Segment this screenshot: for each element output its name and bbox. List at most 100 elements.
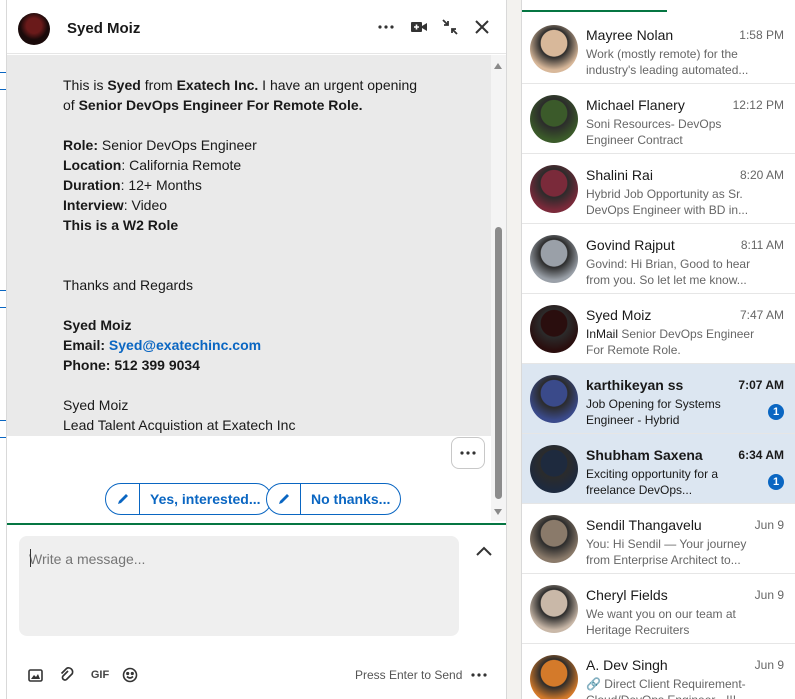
- message-line: Phone: 512 399 9034: [63, 355, 483, 375]
- scroll-down-arrow[interactable]: [494, 509, 502, 515]
- message-line: Role: Senior DevOps Engineer: [63, 135, 483, 155]
- message-line: Email: Syed@exatechinc.com: [63, 335, 483, 355]
- email-link[interactable]: Syed@exatechinc.com: [109, 337, 261, 353]
- message-text-run: Syed Moiz: [63, 397, 129, 413]
- conversation-item[interactable]: karthikeyan ss 7:07 AM Job Opening for Sys…: [522, 364, 795, 434]
- scrollbar[interactable]: [491, 55, 506, 521]
- conversation-preview: Hybrid Job Opportunity as Sr. DevOps Eng…: [586, 186, 756, 218]
- conversation-item[interactable]: Mayree Nolan 1:58 PM Work (mostly remote) …: [522, 14, 795, 84]
- message-line: Interview: Video: [63, 195, 483, 215]
- preview-text: Hybrid Job Opportunity as Sr. DevOps Eng…: [586, 187, 749, 217]
- conversation-item[interactable]: Shubham Saxena 6:34 AM Exciting opportunit…: [522, 434, 795, 504]
- emoji-icon[interactable]: [121, 665, 139, 685]
- message-line: Location: California Remote: [63, 155, 483, 175]
- pencil-icon: [267, 484, 301, 514]
- chat-window: Syed Moiz This is Syed from Exatech Inc.…: [6, 0, 507, 699]
- conversation-name: Shalini Rai: [586, 167, 653, 183]
- message-text-run: Location: [63, 157, 122, 173]
- inmail-tag: InMail: [586, 327, 622, 341]
- scroll-thumb[interactable]: [495, 227, 502, 499]
- conversation-name: Sendil Thangavelu: [586, 517, 702, 533]
- composer-divider: [7, 523, 506, 525]
- message-text-run: Senior DevOps Engineer: [98, 137, 257, 153]
- conversation-item[interactable]: Govind Rajput 8:11 AM Govind: Hi Brian, Go…: [522, 224, 795, 294]
- conversation-name: Mayree Nolan: [586, 27, 674, 43]
- expand-composer-chevron-icon[interactable]: [473, 540, 495, 562]
- conversation-item[interactable]: Sendil Thangavelu Jun 9 You: Hi Sendil — Y…: [522, 504, 795, 574]
- contact-name[interactable]: Syed Moiz: [67, 20, 140, 37]
- avatar[interactable]: [530, 375, 578, 423]
- more-icon[interactable]: [375, 16, 397, 38]
- conversation-item[interactable]: Syed Moiz 7:47 AM InMail Senior DevOps Eng…: [522, 294, 795, 364]
- contact-avatar[interactable]: [18, 13, 50, 45]
- conversation-time: 8:11 AM: [740, 238, 784, 252]
- message-composer[interactable]: [19, 536, 459, 636]
- conversation-time: 1:58 PM: [739, 28, 784, 42]
- active-tab-indicator: [522, 10, 667, 12]
- quick-reply-yes-button[interactable]: Yes, interested...: [105, 483, 272, 515]
- gif-button[interactable]: GIF: [89, 665, 111, 685]
- attachment-icon[interactable]: [58, 665, 76, 685]
- minimize-icon[interactable]: [439, 16, 461, 38]
- avatar[interactable]: [530, 235, 578, 283]
- preview-text: 🔗 Direct Client Requirement- Cloud/DevOp…: [586, 677, 746, 699]
- message-text-run: : California Remote: [121, 157, 242, 173]
- send-options-more-icon[interactable]: [471, 663, 487, 682]
- avatar[interactable]: [530, 165, 578, 213]
- message-line: [63, 115, 483, 135]
- list-tab-bar: [522, 0, 795, 14]
- conversation-preview: Exciting opportunity for a freelance Dev…: [586, 466, 756, 498]
- press-enter-hint[interactable]: Press Enter to Send: [355, 668, 462, 682]
- message-text-run: This is a W2 Role: [63, 217, 179, 233]
- conversation-name: Syed Moiz: [586, 307, 652, 323]
- close-icon[interactable]: [471, 16, 493, 38]
- chat-header[interactable]: Syed Moiz: [7, 0, 506, 54]
- message-line: [63, 295, 483, 315]
- conversation-time: Jun 9: [754, 658, 784, 672]
- message-text-run: This is: [63, 77, 108, 93]
- quick-reply-no-button[interactable]: No thanks...: [266, 483, 402, 515]
- conversation-preview: Job Opening for Systems Engineer - Hybri…: [586, 396, 756, 428]
- conversation-name: Shubham Saxena: [586, 447, 703, 463]
- message-line: This is Syed from Exatech Inc. I have an…: [63, 75, 483, 95]
- message-text-run: Lead Talent Acquistion at Exatech Inc: [63, 417, 296, 433]
- quick-reply-label: No thanks...: [311, 491, 391, 507]
- image-icon[interactable]: [27, 665, 43, 685]
- message-more-button[interactable]: [451, 437, 485, 469]
- preview-text: Soni Resources- DevOps Engineer Contract: [586, 117, 722, 147]
- avatar[interactable]: [530, 655, 578, 699]
- preview-text: Work (mostly remote) for the industry's …: [586, 47, 749, 77]
- message-line: Lead Talent Acquistion at Exatech Inc: [63, 415, 483, 435]
- message-text-run: Duration: [63, 177, 121, 193]
- preview-text: Exciting opportunity for a freelance Dev…: [586, 467, 719, 497]
- avatar[interactable]: [530, 585, 578, 633]
- conversation-preview: InMail Senior DevOps Engineer For Remote…: [586, 326, 756, 358]
- message-input[interactable]: [29, 548, 439, 570]
- conversation-list: Mayree Nolan 1:58 PM Work (mostly remote) …: [521, 0, 795, 699]
- more-icon: [460, 451, 476, 455]
- composer-footer: GIF Press Enter to Send: [7, 655, 506, 695]
- conversation-name: Cheryl Fields: [586, 587, 668, 603]
- message-text-run: Exatech Inc.: [176, 77, 259, 93]
- avatar[interactable]: [530, 305, 578, 353]
- conversation-preview: You: Hi Sendil — Your journey from Enter…: [586, 536, 756, 568]
- avatar[interactable]: [530, 25, 578, 73]
- quick-reply-label: Yes, interested...: [150, 491, 261, 507]
- conversation-time: 7:47 AM: [739, 308, 784, 322]
- avatar[interactable]: [530, 95, 578, 143]
- message-text-run: Syed: [107, 77, 141, 93]
- message-line: This is a W2 Role: [63, 215, 483, 235]
- avatar[interactable]: [530, 445, 578, 493]
- message-text-run: Email:: [63, 337, 109, 353]
- message-line: Syed Moiz: [63, 395, 483, 415]
- video-call-icon[interactable]: [408, 16, 430, 38]
- message-text-run: from: [140, 77, 177, 93]
- scroll-up-arrow[interactable]: [494, 63, 502, 69]
- conversation-name: A. Dev Singh: [586, 657, 668, 673]
- conversation-item[interactable]: Michael Flanery 12:12 PM Soni Resources- D…: [522, 84, 795, 154]
- conversation-item[interactable]: Cheryl Fields Jun 9 We want you on our tea…: [522, 574, 795, 644]
- messaging-screen: Syed Moiz This is Syed from Exatech Inc.…: [0, 0, 795, 699]
- conversation-item[interactable]: Shalini Rai 8:20 AM Hybrid Job Opportunity…: [522, 154, 795, 224]
- avatar[interactable]: [530, 515, 578, 563]
- conversation-item[interactable]: A. Dev Singh Jun 9 🔗 Direct Client Require…: [522, 644, 795, 699]
